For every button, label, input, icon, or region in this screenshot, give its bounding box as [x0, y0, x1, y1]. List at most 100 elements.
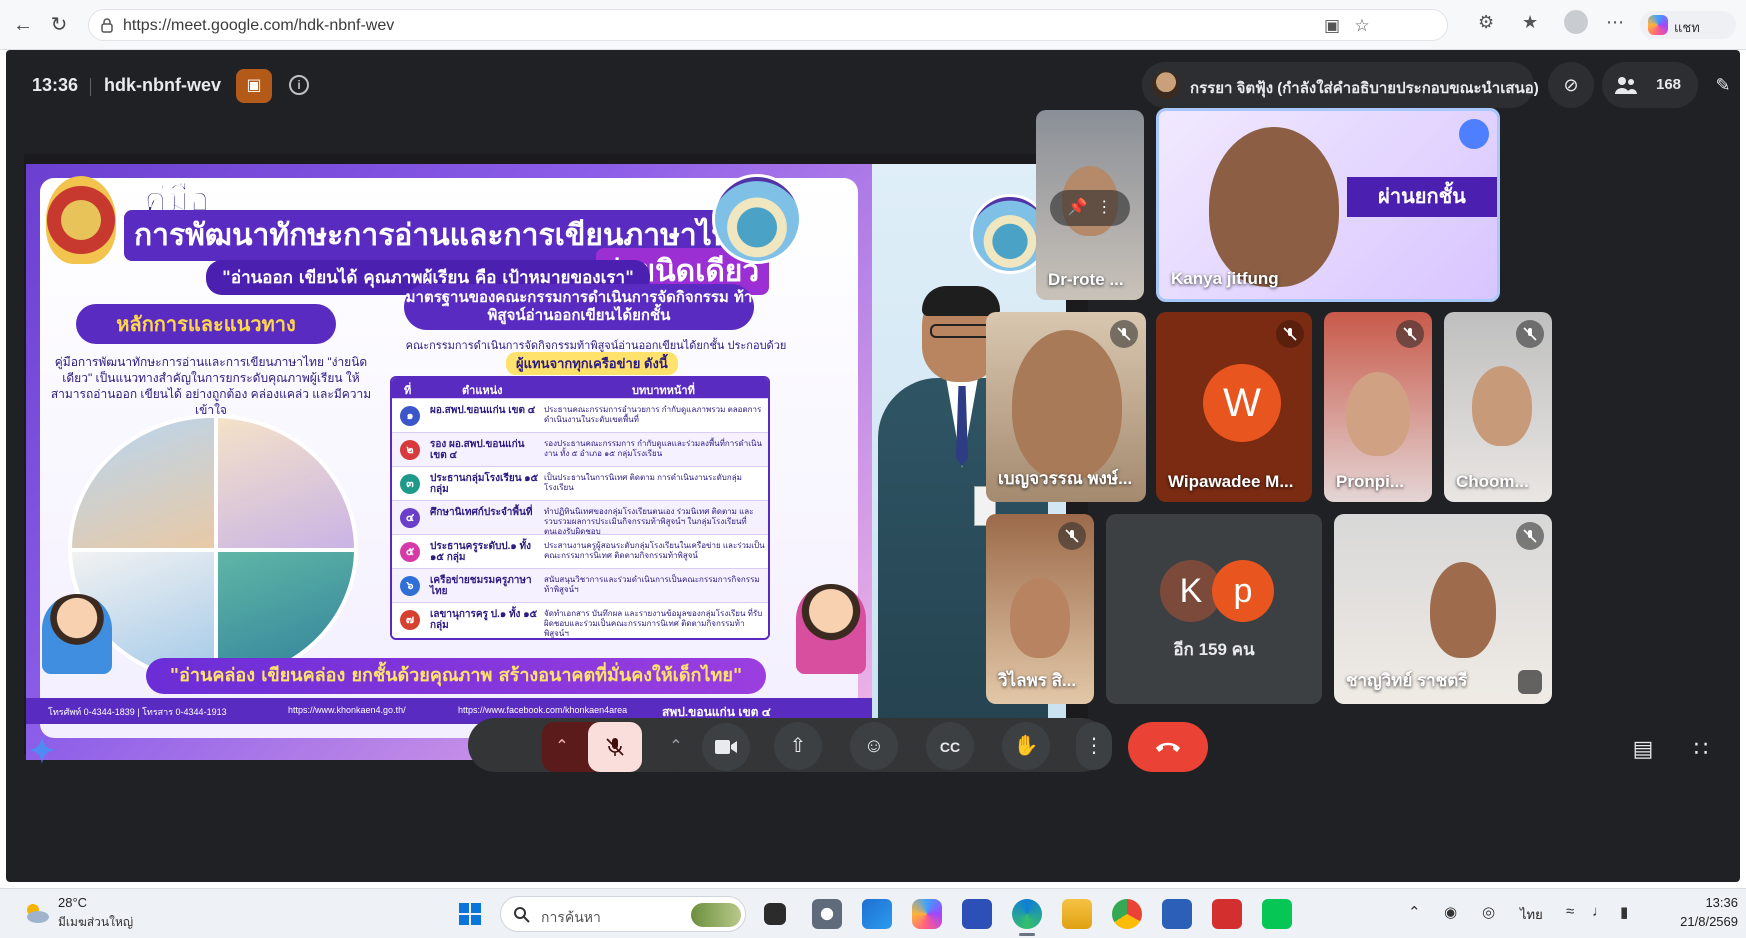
host-controls-icon[interactable]: ▣: [236, 69, 272, 103]
people-button[interactable]: 168: [1602, 62, 1698, 108]
background-banner: ผ่านยกชั้น: [1347, 177, 1497, 217]
meeting-code: hdk-nbnf-wev: [104, 75, 221, 95]
participant-name: Choom...: [1456, 472, 1529, 491]
participant-tile[interactable]: เบญจวรรณ พงษ์...: [986, 312, 1146, 502]
back-arrow-icon[interactable]: ←: [10, 12, 36, 38]
row-position: ประธานครูระดับป.๑ ทั้ง ๑๕ กลุ่ม: [430, 541, 532, 563]
pdf-reader-icon[interactable]: [1212, 899, 1242, 929]
microsoft-store-icon[interactable]: [862, 899, 892, 929]
ministry-emblem: [46, 176, 116, 264]
mic-toggle-button[interactable]: [588, 722, 642, 772]
activities-grid-icon[interactable]: ∷: [1686, 734, 1716, 764]
reload-icon[interactable]: ↻: [46, 12, 72, 38]
table-row: ๑ ผอ.สพป.ขอนแก่น เขต ๔ ประธานคณะกรรมการอำน…: [392, 398, 768, 432]
microphone-tray-icon[interactable]: ◎: [1482, 903, 1495, 921]
mic-off-icon: [1516, 320, 1544, 348]
site-info-icon[interactable]: [99, 17, 115, 33]
address-bar[interactable]: https://meet.google.com/hdk-nbnf-wev ▣ ☆: [88, 9, 1448, 41]
more-participants-tile[interactable]: K p อีก 159 คน: [1106, 514, 1322, 704]
hand-icon: ✋: [1013, 735, 1039, 757]
leave-call-button[interactable]: [1128, 722, 1208, 772]
participant-tile[interactable]: วิไลพร สิ...: [986, 514, 1094, 704]
taskbar-clock-date[interactable]: 21/8/2569: [1664, 914, 1738, 929]
pin-icon[interactable]: 📌: [1068, 199, 1088, 216]
weather-description[interactable]: มีเมฆส่วนใหญ่: [58, 913, 133, 932]
presenter-indicator[interactable]: กรรยา จิตฟุ้ง (กำลังใส่คำอธิบายประกอบขณะ…: [1142, 62, 1539, 108]
windows-start-icon[interactable]: [458, 902, 482, 926]
battery-icon[interactable]: ▮: [1620, 903, 1628, 921]
gemini-icon[interactable]: [28, 736, 56, 764]
principles-description: คู่มือการพัฒนาทักษะการอ่านและการเขียนภาษ…: [50, 355, 372, 417]
reactions-button[interactable]: ☺: [850, 722, 898, 770]
chat-icon[interactable]: ▤: [1628, 734, 1658, 764]
line-app-icon[interactable]: [1262, 899, 1292, 929]
copilot-label: แชท: [1674, 20, 1700, 35]
picture-in-picture-icon[interactable]: [1518, 670, 1542, 694]
row-position: ผอ.สพป.ขอนแก่น เขต ๔: [430, 405, 536, 416]
mic-off-icon: [1516, 522, 1544, 550]
task-view-icon[interactable]: [764, 903, 786, 925]
table-row: ๗ เลขานุการครู ป.๑ ทั้ง ๑๕ กลุ่ม จัดทำเอกส…: [392, 602, 768, 638]
participant-name: Dr-rote ...: [1048, 270, 1124, 289]
word-app-icon[interactable]: [1162, 899, 1192, 929]
participant-tile[interactable]: Choom...: [1444, 312, 1552, 502]
tile-hover-controls[interactable]: 📌 ⋮: [1050, 190, 1130, 226]
more-menu-icon[interactable]: ⋯: [1606, 12, 1624, 33]
wifi-icon[interactable]: ≈: [1566, 903, 1574, 920]
mic-control-group[interactable]: ⌃: [542, 722, 642, 772]
participant-tile[interactable]: W Wipawadee M...: [1156, 312, 1312, 502]
file-explorer-icon[interactable]: [1062, 899, 1092, 929]
volume-icon[interactable]: ♩: [1592, 903, 1607, 920]
present-screen-button[interactable]: ⇧: [774, 722, 822, 770]
windows-taskbar: 28°C มีเมฆส่วนใหญ่ การค้นหา ⌃ ◉ ◎ ไทย ≈ …: [0, 888, 1746, 938]
table-header: ที่ ตำแหน่ง บทบาทหน้าที่: [392, 378, 768, 398]
participant-video: [1209, 127, 1339, 287]
taskbar-search[interactable]: การค้นหา: [500, 896, 746, 932]
participant-tile[interactable]: Pronpi...: [1324, 312, 1432, 502]
video-settings-caret-icon[interactable]: ⌃: [656, 722, 696, 772]
captions-button[interactable]: CC: [926, 722, 974, 770]
input-language[interactable]: ไทย: [1520, 904, 1543, 925]
security-tray-icon[interactable]: ◉: [1444, 903, 1457, 921]
stop-presenting-icon[interactable]: ⊘: [1548, 62, 1594, 108]
committee-panel: มาตรฐานของคณะกรรมการดำเนินการจัดกิจกรรม …: [386, 284, 826, 684]
search-icon: [514, 907, 530, 923]
extensions-icon[interactable]: ⚙: [1478, 12, 1494, 33]
chrome-browser-icon[interactable]: [1112, 899, 1142, 929]
participant-avatar: p: [1212, 560, 1274, 622]
copilot-app-icon[interactable]: [912, 899, 942, 929]
copilot-chat-button[interactable]: แชท: [1640, 11, 1736, 39]
audio-settings-caret-icon[interactable]: ⌃: [542, 722, 582, 772]
principles-heading: หลักการและแนวทาง: [76, 304, 336, 344]
participant-tile[interactable]: ชาญวิทย์ ราชตรี: [1334, 514, 1552, 704]
camera-permission-icon[interactable]: ▣: [1321, 15, 1343, 37]
cloudy-weather-icon[interactable]: [22, 901, 50, 925]
profile-avatar[interactable]: [1564, 10, 1588, 34]
camera-control-group[interactable]: ⌃: [656, 722, 756, 772]
whiteboard-app-icon[interactable]: [962, 899, 992, 929]
participant-tile-speaking[interactable]: ผ่านยกชั้น Kanya jitfung: [1156, 108, 1500, 302]
camera-icon: [715, 740, 737, 754]
camera-toggle-button[interactable]: [702, 723, 750, 771]
favorites-icon[interactable]: ★: [1522, 12, 1538, 33]
edge-browser-icon[interactable]: [1012, 899, 1042, 929]
meeting-info-icon[interactable]: i: [289, 75, 309, 95]
raise-hand-button[interactable]: ✋: [1002, 722, 1050, 770]
mic-off-icon: [606, 738, 624, 756]
row-role: ประธานคณะกรรมการอำนวยการ กำกับดูแลภาพรวม…: [544, 405, 762, 424]
show-hidden-icons-chevron-icon[interactable]: ⌃: [1408, 903, 1421, 921]
hang-up-icon: [1156, 742, 1180, 752]
settings-gear-icon[interactable]: [812, 899, 842, 929]
th-role: บทบาทหน้าที่: [632, 385, 695, 397]
annotate-pen-icon[interactable]: ✎: [1706, 62, 1740, 108]
bookmark-star-icon[interactable]: ☆: [1351, 15, 1373, 37]
meet-window: 13:36 hdk-nbnf-wev ▣ i กรรยา จิตฟุ้ง (กำ…: [6, 50, 1740, 882]
tile-more-icon[interactable]: ⋮: [1096, 199, 1112, 216]
participant-tile[interactable]: 📌 ⋮ Dr-rote ...: [1036, 110, 1144, 300]
more-options-button[interactable]: ⋮: [1076, 722, 1112, 770]
participant-video: [1472, 366, 1532, 446]
th-position: ตำแหน่ง: [462, 385, 503, 397]
weather-temperature[interactable]: 28°C: [58, 895, 87, 910]
url-text[interactable]: https://meet.google.com/hdk-nbnf-wev: [123, 17, 394, 35]
taskbar-clock-time[interactable]: 13:36: [1688, 895, 1738, 910]
